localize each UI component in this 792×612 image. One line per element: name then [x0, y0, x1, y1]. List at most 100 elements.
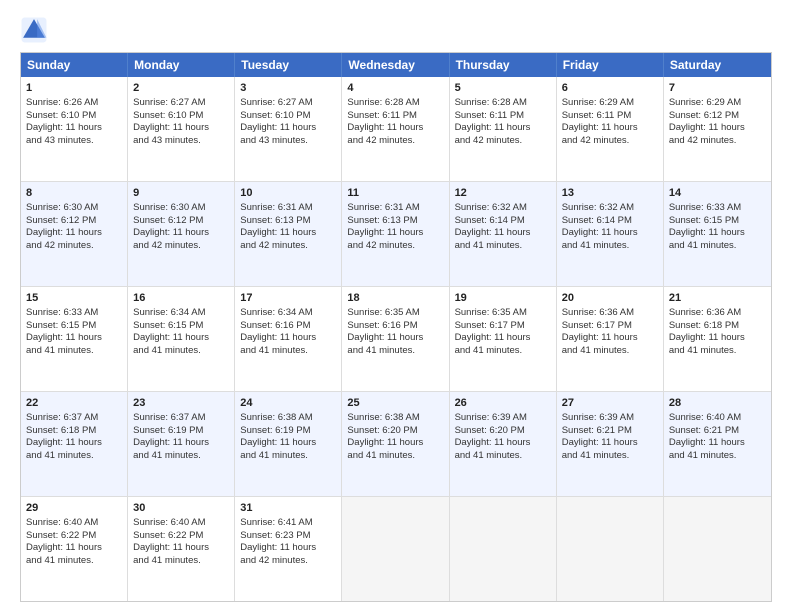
calendar-row-3: 15Sunrise: 6:33 AMSunset: 6:15 PMDayligh… — [21, 286, 771, 391]
day-number: 18 — [347, 291, 443, 306]
day-info-line: and 41 minutes. — [669, 345, 766, 358]
day-info-line: Daylight: 11 hours — [455, 227, 551, 240]
day-info-line: Daylight: 11 hours — [562, 437, 658, 450]
day-info-line: and 42 minutes. — [240, 240, 336, 253]
day-info-line: Sunset: 6:20 PM — [455, 425, 551, 438]
header — [20, 16, 772, 44]
day-info-line: Sunset: 6:19 PM — [240, 425, 336, 438]
day-info-line: Sunrise: 6:35 AM — [455, 307, 551, 320]
header-day-friday: Friday — [557, 53, 664, 77]
day-number: 4 — [347, 81, 443, 96]
day-info-line: Sunset: 6:22 PM — [26, 530, 122, 543]
empty-cell — [664, 497, 771, 601]
day-info-line: Sunrise: 6:26 AM — [26, 97, 122, 110]
day-number: 17 — [240, 291, 336, 306]
day-cell-16: 16Sunrise: 6:34 AMSunset: 6:15 PMDayligh… — [128, 287, 235, 391]
day-number: 26 — [455, 396, 551, 411]
day-number: 28 — [669, 396, 766, 411]
day-info-line: Sunset: 6:17 PM — [455, 320, 551, 333]
day-cell-7: 7Sunrise: 6:29 AMSunset: 6:12 PMDaylight… — [664, 77, 771, 181]
day-cell-5: 5Sunrise: 6:28 AMSunset: 6:11 PMDaylight… — [450, 77, 557, 181]
day-info-line: Sunset: 6:15 PM — [669, 215, 766, 228]
day-info-line: and 41 minutes. — [26, 555, 122, 568]
day-cell-17: 17Sunrise: 6:34 AMSunset: 6:16 PMDayligh… — [235, 287, 342, 391]
logo — [20, 16, 52, 44]
day-info-line: Daylight: 11 hours — [455, 437, 551, 450]
day-info-line: and 41 minutes. — [562, 450, 658, 463]
day-info-line: and 41 minutes. — [562, 240, 658, 253]
day-info-line: Sunrise: 6:37 AM — [26, 412, 122, 425]
day-info-line: Sunset: 6:22 PM — [133, 530, 229, 543]
day-info-line: Sunrise: 6:32 AM — [455, 202, 551, 215]
day-number: 3 — [240, 81, 336, 96]
day-info-line: Daylight: 11 hours — [562, 332, 658, 345]
day-cell-1: 1Sunrise: 6:26 AMSunset: 6:10 PMDaylight… — [21, 77, 128, 181]
day-number: 31 — [240, 501, 336, 516]
day-cell-21: 21Sunrise: 6:36 AMSunset: 6:18 PMDayligh… — [664, 287, 771, 391]
day-info-line: Sunrise: 6:29 AM — [562, 97, 658, 110]
day-info-line: Sunrise: 6:30 AM — [133, 202, 229, 215]
day-info-line: Daylight: 11 hours — [240, 122, 336, 135]
day-info-line: Sunset: 6:10 PM — [240, 110, 336, 123]
day-info-line: Sunrise: 6:27 AM — [240, 97, 336, 110]
day-number: 14 — [669, 186, 766, 201]
day-number: 30 — [133, 501, 229, 516]
calendar-row-4: 22Sunrise: 6:37 AMSunset: 6:18 PMDayligh… — [21, 391, 771, 496]
day-number: 16 — [133, 291, 229, 306]
day-info-line: Sunrise: 6:28 AM — [455, 97, 551, 110]
day-info-line: Sunrise: 6:34 AM — [133, 307, 229, 320]
header-day-tuesday: Tuesday — [235, 53, 342, 77]
day-info-line: Daylight: 11 hours — [26, 332, 122, 345]
day-info-line: Daylight: 11 hours — [240, 227, 336, 240]
day-cell-31: 31Sunrise: 6:41 AMSunset: 6:23 PMDayligh… — [235, 497, 342, 601]
day-info-line: and 42 minutes. — [240, 555, 336, 568]
calendar-body: 1Sunrise: 6:26 AMSunset: 6:10 PMDaylight… — [21, 77, 771, 601]
day-cell-4: 4Sunrise: 6:28 AMSunset: 6:11 PMDaylight… — [342, 77, 449, 181]
day-cell-27: 27Sunrise: 6:39 AMSunset: 6:21 PMDayligh… — [557, 392, 664, 496]
day-info-line: Sunrise: 6:31 AM — [347, 202, 443, 215]
day-info-line: Sunset: 6:18 PM — [669, 320, 766, 333]
empty-cell — [450, 497, 557, 601]
day-info-line: and 42 minutes. — [347, 240, 443, 253]
day-info-line: and 41 minutes. — [133, 345, 229, 358]
day-info-line: Daylight: 11 hours — [133, 332, 229, 345]
day-info-line: Daylight: 11 hours — [669, 122, 766, 135]
day-cell-18: 18Sunrise: 6:35 AMSunset: 6:16 PMDayligh… — [342, 287, 449, 391]
day-info-line: and 41 minutes. — [133, 555, 229, 568]
day-number: 10 — [240, 186, 336, 201]
day-cell-24: 24Sunrise: 6:38 AMSunset: 6:19 PMDayligh… — [235, 392, 342, 496]
day-info-line: and 41 minutes. — [240, 345, 336, 358]
day-info-line: Sunset: 6:13 PM — [347, 215, 443, 228]
day-info-line: Daylight: 11 hours — [562, 122, 658, 135]
day-info-line: Sunset: 6:21 PM — [562, 425, 658, 438]
day-number: 2 — [133, 81, 229, 96]
header-day-thursday: Thursday — [450, 53, 557, 77]
day-info-line: Sunrise: 6:32 AM — [562, 202, 658, 215]
day-info-line: Daylight: 11 hours — [133, 122, 229, 135]
day-cell-23: 23Sunrise: 6:37 AMSunset: 6:19 PMDayligh… — [128, 392, 235, 496]
header-day-sunday: Sunday — [21, 53, 128, 77]
day-info-line: Daylight: 11 hours — [26, 542, 122, 555]
day-info-line: Daylight: 11 hours — [240, 542, 336, 555]
day-info-line: Sunset: 6:16 PM — [240, 320, 336, 333]
day-info-line: and 42 minutes. — [562, 135, 658, 148]
day-info-line: Daylight: 11 hours — [669, 437, 766, 450]
day-info-line: and 41 minutes. — [455, 450, 551, 463]
day-cell-29: 29Sunrise: 6:40 AMSunset: 6:22 PMDayligh… — [21, 497, 128, 601]
day-info-line: Sunrise: 6:34 AM — [240, 307, 336, 320]
day-info-line: and 41 minutes. — [240, 450, 336, 463]
day-info-line: Daylight: 11 hours — [669, 227, 766, 240]
day-number: 6 — [562, 81, 658, 96]
day-info-line: and 41 minutes. — [347, 450, 443, 463]
header-day-monday: Monday — [128, 53, 235, 77]
day-info-line: Sunrise: 6:36 AM — [669, 307, 766, 320]
day-cell-3: 3Sunrise: 6:27 AMSunset: 6:10 PMDaylight… — [235, 77, 342, 181]
day-cell-8: 8Sunrise: 6:30 AMSunset: 6:12 PMDaylight… — [21, 182, 128, 286]
day-info-line: and 42 minutes. — [455, 135, 551, 148]
day-number: 20 — [562, 291, 658, 306]
day-info-line: Sunrise: 6:31 AM — [240, 202, 336, 215]
day-info-line: Sunset: 6:11 PM — [562, 110, 658, 123]
day-number: 11 — [347, 186, 443, 201]
day-info-line: Sunset: 6:13 PM — [240, 215, 336, 228]
day-cell-30: 30Sunrise: 6:40 AMSunset: 6:22 PMDayligh… — [128, 497, 235, 601]
